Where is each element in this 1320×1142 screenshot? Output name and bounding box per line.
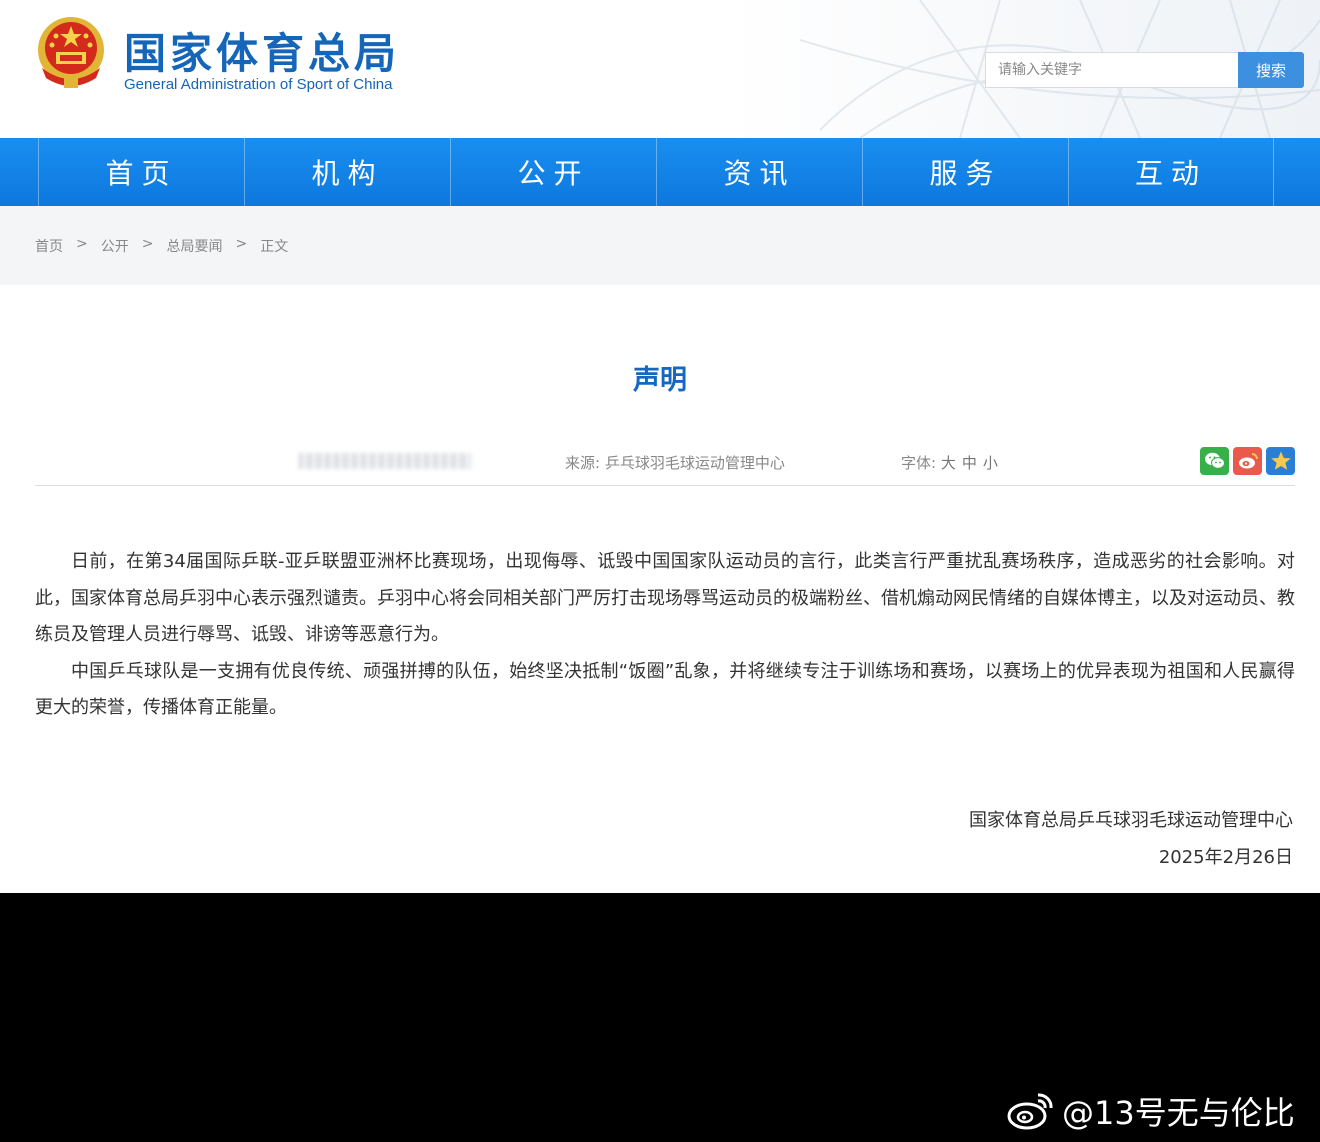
share-buttons	[1200, 447, 1295, 475]
article-paragraph-1: 日前，在第34届国际乒联-亚乒联盟亚洲杯比赛现场，出现侮辱、诋毁中国国家队运动员…	[35, 551, 1295, 646]
wechat-share-button[interactable]	[1200, 447, 1229, 475]
breadcrumb-band: 首页 > 公开 > 总局要闻 > 正文	[0, 206, 1320, 285]
breadcrumb-public[interactable]: 公开	[101, 236, 129, 256]
screenshot-frame: 国家体育总局 General Administration of Sport o…	[0, 0, 1320, 1142]
search-input[interactable]	[985, 52, 1238, 88]
article-paragraph-2: 中国乒乓球队是一支拥有优良传统、顽强拼搏的队伍，始终坚决抵制“饭圈”乱象，并将继…	[35, 660, 1295, 719]
font-size-label: 字体:	[901, 454, 941, 472]
source-value: 乒乓球羽毛球运动管理中心	[604, 454, 785, 472]
star-icon	[1270, 451, 1291, 470]
signature-date: 2025年2月26日	[1158, 847, 1293, 868]
breadcrumb: 首页 > 公开 > 总局要闻 > 正文	[35, 236, 288, 256]
weibo-share-button[interactable]	[1233, 447, 1262, 475]
article-title: 声明	[633, 365, 687, 396]
nav-item-organization[interactable]: 机构	[244, 138, 450, 206]
article-body: 日前，在第34届国际乒联-亚乒联盟亚洲杯比赛现场，出现侮辱、诋毁中国国家队运动员…	[35, 544, 1295, 727]
nav-list: 首页 机构 公开 资讯 服务 互动	[38, 138, 1274, 206]
article-meta: 来源: 乒乓球羽毛球运动管理中心 字体: 大中小	[35, 444, 1295, 486]
breadcrumb-current: 正文	[260, 239, 289, 255]
blurred-date	[299, 453, 471, 469]
site-header: 国家体育总局 General Administration of Sport o…	[0, 0, 1320, 138]
nav-item-public[interactable]: 公开	[450, 138, 656, 206]
font-size-medium[interactable]: 中	[962, 454, 977, 472]
nav-item-home[interactable]: 首页	[38, 138, 244, 206]
weibo-icon	[1238, 453, 1258, 469]
favorite-button[interactable]	[1266, 447, 1295, 475]
source-label: 来源:	[565, 454, 605, 472]
font-size-small[interactable]: 小	[983, 454, 998, 472]
site-title[interactable]: 国家体育总局	[124, 20, 400, 81]
breadcrumb-separator: >	[76, 236, 88, 252]
search-button[interactable]: 搜索	[1238, 52, 1304, 88]
nav-item-services[interactable]: 服务	[862, 138, 1068, 206]
article-source: 来源: 乒乓球羽毛球运动管理中心	[565, 452, 785, 473]
weibo-logo-icon	[1007, 1093, 1053, 1130]
signature-org: 国家体育总局乒乓球羽毛球运动管理中心	[969, 810, 1293, 831]
site-subtitle: General Administration of Sport of China	[124, 76, 393, 93]
national-emblem-icon	[38, 17, 104, 88]
weibo-watermark: @13号无与伦比	[1006, 1086, 1295, 1136]
font-size-controls: 字体: 大中小	[901, 452, 1004, 473]
nav-item-interaction[interactable]: 互动	[1068, 138, 1274, 206]
watermark-text: @13号无与伦比	[1062, 1094, 1295, 1132]
breadcrumb-home[interactable]: 首页	[35, 236, 63, 256]
breadcrumb-separator: >	[235, 236, 248, 252]
web-page: 国家体育总局 General Administration of Sport o…	[0, 0, 1320, 893]
nav-item-news[interactable]: 资讯	[656, 138, 862, 206]
article-signature: 国家体育总局乒乓球羽毛球运动管理中心 2025年2月26日	[969, 802, 1293, 876]
font-size-large[interactable]: 大	[941, 454, 956, 472]
breadcrumb-news[interactable]: 总局要闻	[166, 236, 222, 256]
main-nav: 首页 机构 公开 资讯 服务 互动	[0, 138, 1320, 206]
breadcrumb-separator: >	[141, 236, 154, 252]
wechat-icon	[1204, 452, 1225, 469]
